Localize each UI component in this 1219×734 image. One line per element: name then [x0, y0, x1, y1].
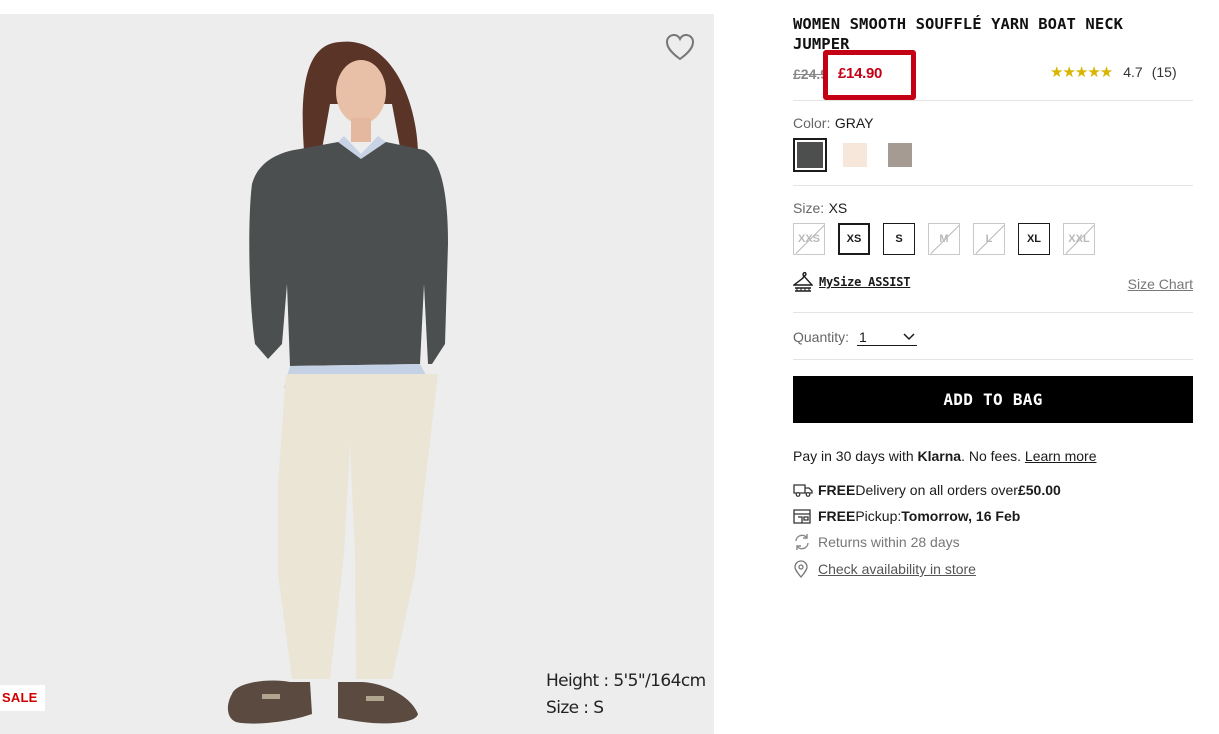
mysize-assist-label: MySize ASSIST [819, 275, 911, 289]
store-icon [793, 507, 813, 525]
color-swatch-brown[interactable] [883, 138, 917, 172]
chevron-down-icon [903, 332, 915, 340]
size-option-xl[interactable]: XL [1018, 223, 1050, 255]
original-price: £24.90 [793, 66, 825, 82]
quantity-value: 1 [859, 328, 867, 345]
rating-value: 4.7 [1123, 64, 1143, 80]
sale-badge: SALE [0, 685, 45, 711]
check-availability-link[interactable]: Check availability in store [818, 561, 976, 577]
size-chart-link[interactable]: Size Chart [1128, 276, 1193, 292]
color-swatch-gray[interactable] [793, 138, 827, 172]
free-delivery-info: FREE Delivery on all orders over £50.00 [793, 481, 1061, 499]
size-option-xs[interactable]: XS [838, 223, 870, 255]
size-option-m[interactable]: M [928, 223, 960, 255]
color-value: GRAY [834, 115, 874, 131]
divider [793, 100, 1193, 101]
size-option-l[interactable]: L [973, 223, 1005, 255]
mysize-assist-link[interactable]: MySize ASSIST [793, 270, 911, 294]
delivery-truck-icon [793, 481, 813, 499]
sale-price: £14.90 [838, 65, 883, 82]
quantity-row: Quantity: 1 [793, 328, 918, 346]
add-to-bag-button[interactable]: ADD TO BAG [793, 376, 1193, 423]
model-size: Size : S [546, 698, 604, 718]
color-swatches [793, 138, 928, 172]
klarna-brand: Klarna [917, 448, 962, 464]
size-option-xxs[interactable]: XXS [793, 223, 825, 255]
color-label: Color: [793, 115, 831, 131]
product-image[interactable]: SALE Height : 5'5"/164cm Size : S [0, 14, 714, 734]
quantity-label: Quantity: [793, 329, 850, 345]
rating-stars-icon: ★★★★★ [1050, 64, 1113, 81]
store-availability[interactable]: Check availability in store [793, 560, 976, 578]
product-title: WOMEN SMOOTH SOUFFLÉ YARN BOAT NECK JUMP… [793, 15, 1124, 53]
color-swatch-off-white[interactable] [838, 138, 872, 172]
divider [793, 185, 1193, 186]
divider [793, 312, 1193, 313]
review-count: (15) [1151, 64, 1177, 80]
size-label: Size: [793, 200, 825, 216]
klarna-info: Pay in 30 days with Klarna. No fees. Lea… [793, 448, 1097, 464]
favorite-heart-icon[interactable] [664, 32, 696, 62]
divider [793, 359, 1193, 360]
model-height: Height : 5'5"/164cm [546, 671, 706, 691]
size-option-xxl[interactable]: XXL [1063, 223, 1095, 255]
color-label-row: Color: GRAY [793, 115, 873, 133]
hanger-icon [793, 271, 813, 292]
quantity-select[interactable]: 1 [857, 328, 918, 346]
size-label-row: Size: XS [793, 200, 847, 218]
returns-info: Returns within 28 days [793, 533, 960, 551]
returns-cycle-icon [793, 533, 813, 551]
size-value: XS [828, 200, 848, 216]
size-options: XXS XS S M L XL XXL [793, 223, 1108, 255]
size-option-s[interactable]: S [883, 223, 915, 255]
model-photo [227, 41, 448, 724]
product-page: SALE Height : 5'5"/164cm Size : S WOMEN … [0, 0, 1219, 734]
rating[interactable]: ★★★★★ 4.7 (15) [1050, 63, 1177, 81]
free-pickup-info: FREE Pickup: Tomorrow, 16 Feb [793, 507, 1020, 525]
location-pin-icon [793, 560, 813, 578]
model-info: Height : 5'5"/164cm Size : S [546, 668, 706, 722]
learn-more-link[interactable]: Learn more [1025, 448, 1097, 464]
